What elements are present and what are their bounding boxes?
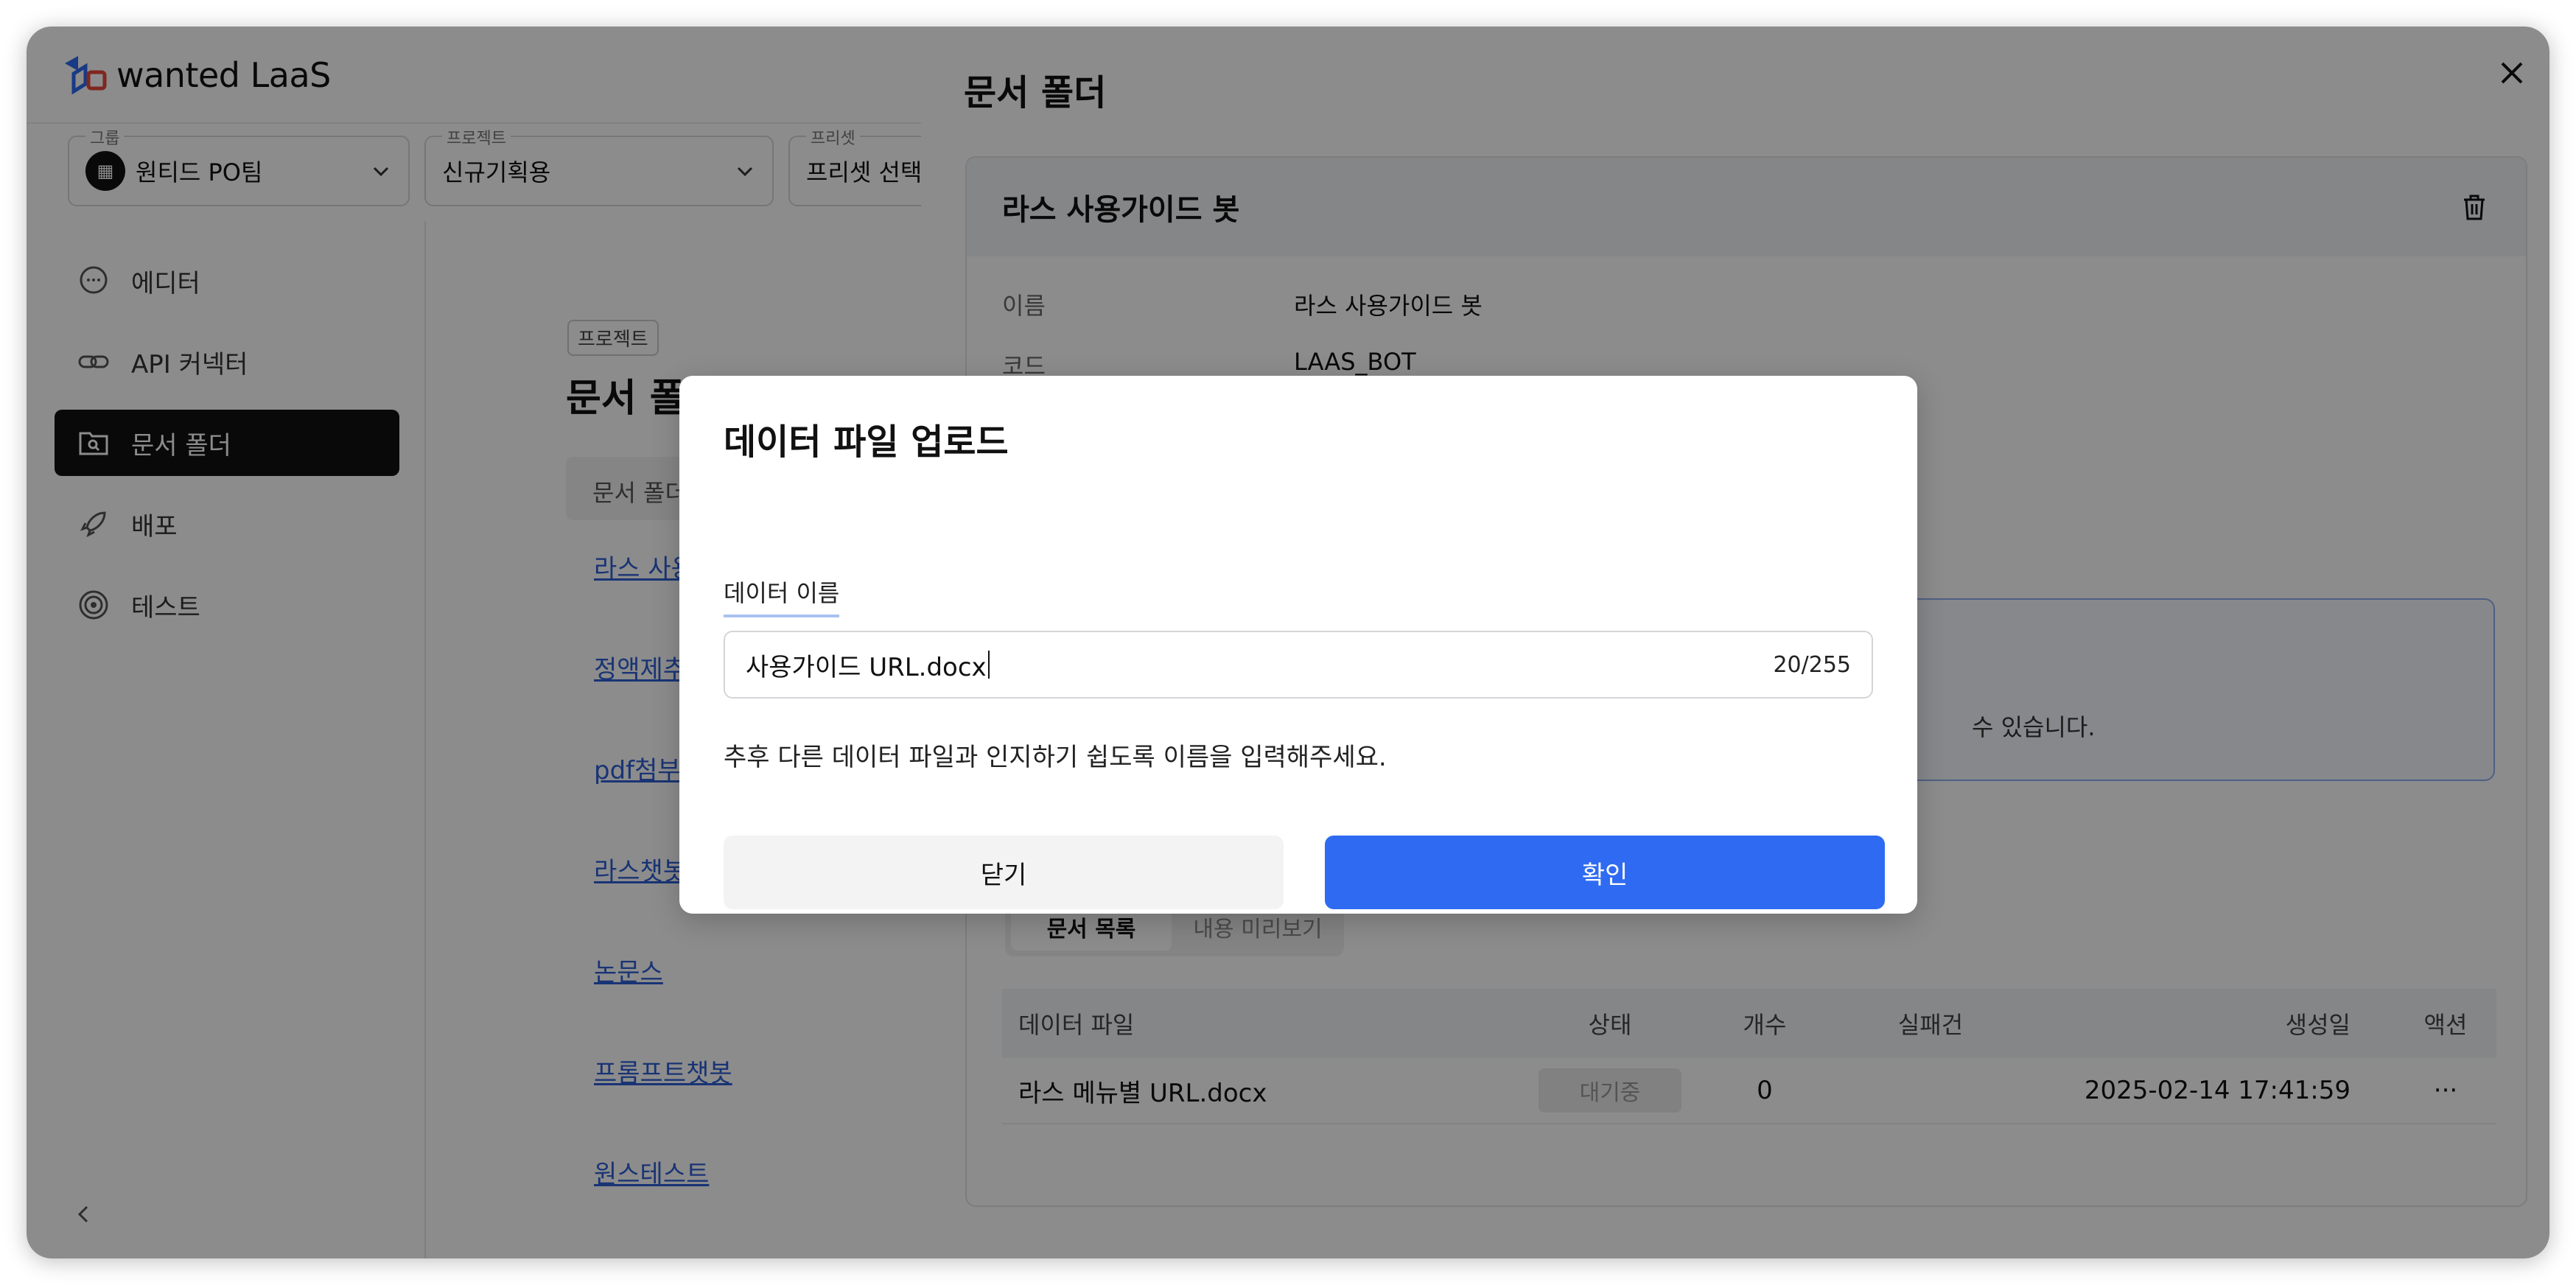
helper-text: 추후 다른 데이터 파일과 인지하기 쉽도록 이름을 입력해주세요. [724, 743, 1387, 772]
character-counter: 20/255 [1773, 651, 1851, 678]
text-caret [987, 651, 990, 679]
data-name-label: 데이터 이름 [724, 575, 840, 617]
upload-data-file-modal: 데이터 파일 업로드 데이터 이름 사용가이드 URL.docx 20/255 … [679, 376, 1917, 914]
confirm-button[interactable]: 확인 [1325, 836, 1885, 909]
data-name-input-value: 사용가이드 URL.docx [746, 652, 987, 682]
app-window: wanted LaaS 그룹 ▦ 원티드 PO팀 프로젝트 신규기획용 프리셋 … [27, 27, 2549, 1258]
modal-title: 데이터 파일 업로드 [724, 421, 1009, 463]
close-button[interactable]: 닫기 [724, 836, 1284, 909]
data-name-input[interactable]: 사용가이드 URL.docx 20/255 [724, 631, 1873, 698]
